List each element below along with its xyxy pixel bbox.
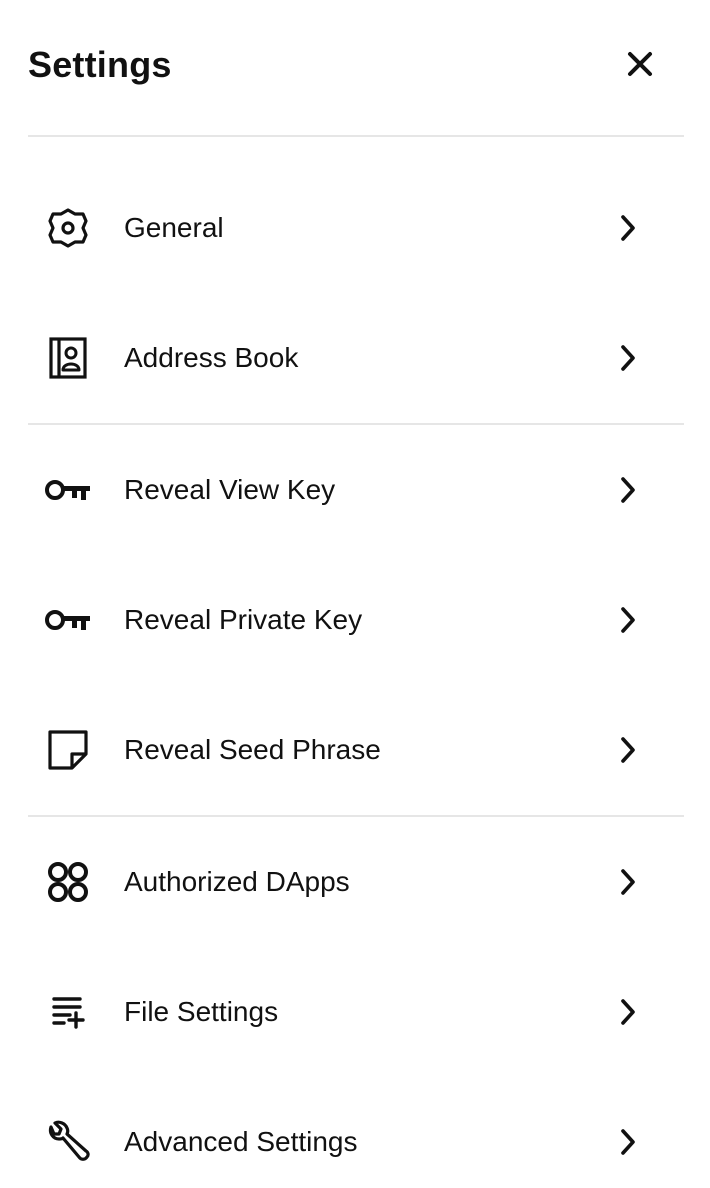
sticky-note-icon <box>44 726 92 774</box>
settings-group-security: Reveal View Key Reveal Private Key Revea… <box>28 425 684 817</box>
settings-item-label: Reveal Seed Phrase <box>124 734 381 765</box>
four-circles-icon <box>44 858 92 906</box>
settings-item-address-book[interactable]: Address Book <box>28 293 684 423</box>
chevron-right-icon <box>612 470 644 510</box>
settings-item-label: Reveal View Key <box>124 474 336 505</box>
gear-icon <box>44 204 92 252</box>
settings-item-label: Authorized DApps <box>124 866 350 897</box>
key-icon <box>44 596 92 644</box>
settings-panel: Settings General Address Book Reveal Vie… <box>0 0 710 1188</box>
address-book-icon <box>44 334 92 382</box>
chevron-right-icon <box>612 1122 644 1162</box>
settings-item-authorized-dapps[interactable]: Authorized DApps <box>28 817 684 947</box>
wrench-icon <box>44 1118 92 1166</box>
chevron-right-icon <box>612 862 644 902</box>
settings-item-label: Advanced Settings <box>124 1126 358 1157</box>
settings-item-label: Reveal Private Key <box>124 604 363 635</box>
close-button[interactable] <box>620 44 660 84</box>
chevron-right-icon <box>612 730 644 770</box>
page-title: Settings <box>28 44 172 85</box>
settings-list: General Address Book Reveal View Key Rev… <box>28 163 684 1188</box>
settings-item-file-settings[interactable]: File Settings <box>28 947 684 1077</box>
settings-header: Settings <box>28 0 684 137</box>
list-add-icon <box>44 988 92 1036</box>
settings-group-other: Authorized DApps File Settings Advanced … <box>28 817 684 1188</box>
chevron-right-icon <box>612 600 644 640</box>
settings-item-reveal-view-key[interactable]: Reveal View Key <box>28 425 684 555</box>
settings-item-label: File Settings <box>124 996 279 1027</box>
chevron-right-icon <box>612 208 644 248</box>
settings-item-label: Address Book <box>124 342 299 373</box>
chevron-right-icon <box>612 338 644 378</box>
settings-item-reveal-seed-phrase[interactable]: Reveal Seed Phrase <box>28 685 684 815</box>
settings-item-general[interactable]: General <box>28 163 684 293</box>
chevron-right-icon <box>612 992 644 1032</box>
settings-item-advanced-settings[interactable]: Advanced Settings <box>28 1077 684 1188</box>
settings-group-account: General Address Book <box>28 163 684 425</box>
key-icon <box>44 466 92 514</box>
close-icon <box>628 52 652 76</box>
settings-item-reveal-private-key[interactable]: Reveal Private Key <box>28 555 684 685</box>
settings-item-label: General <box>124 212 224 243</box>
